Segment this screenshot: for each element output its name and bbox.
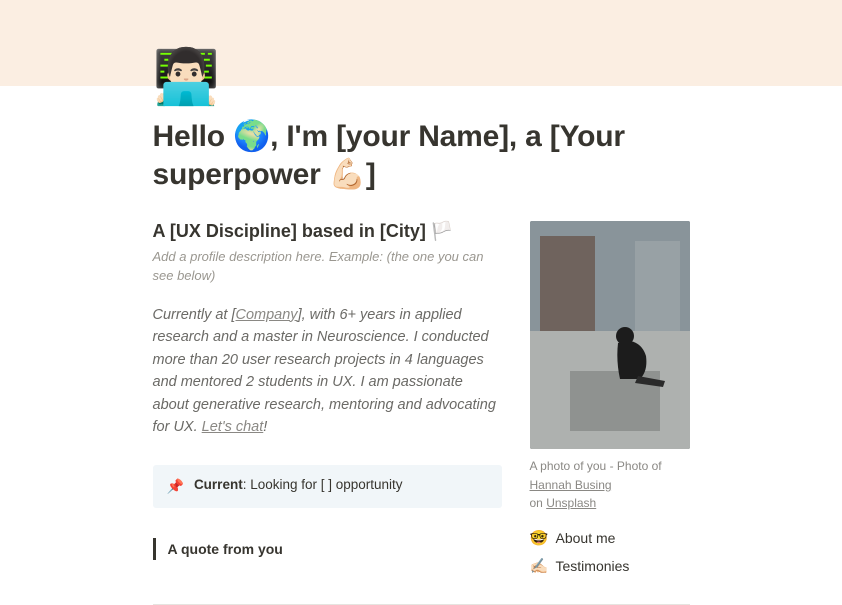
page-content: 👨🏻‍💻 Hello 🌍, I'm [your Name], a [Your s… <box>149 50 694 605</box>
bio-text-mid: ], with 6+ years in applied research and… <box>153 307 496 435</box>
current-callout[interactable]: 📌 Current: Looking for [ ] opportunity <box>153 465 502 509</box>
unsplash-link[interactable]: Unsplash <box>546 496 596 510</box>
testimonies-link[interactable]: ✍🏻 Testimonies <box>530 557 690 575</box>
side-links: 🤓 About me ✍🏻 Testimonies <box>530 529 690 575</box>
pushpin-icon: 📌 <box>167 477 184 497</box>
profile-photo[interactable] <box>530 221 690 449</box>
about-me-label: About me <box>556 530 616 546</box>
description-hint[interactable]: Add a profile description here. Example:… <box>153 248 502 286</box>
left-column: A [UX Discipline] based in [City] 🏳️ Add… <box>153 221 502 590</box>
caption-mid: on <box>530 496 547 510</box>
photo-caption: A photo of you - Photo of Hannah Busing … <box>530 457 690 513</box>
bio-text-pre: Currently at [ <box>153 307 236 323</box>
about-me-link[interactable]: 🤓 About me <box>530 529 690 547</box>
writing-hand-icon: ✍🏻 <box>530 557 548 575</box>
photo-placeholder-svg <box>530 221 690 449</box>
callout-bold: Current <box>194 477 243 492</box>
photo-credit-link[interactable]: Hannah Busing <box>530 478 612 492</box>
quote-block[interactable]: A quote from you <box>153 538 502 560</box>
subheading[interactable]: A [UX Discipline] based in [City] 🏳️ <box>153 221 502 242</box>
callout-rest: : Looking for [ ] opportunity <box>243 477 403 492</box>
page-icon[interactable]: 👨🏻‍💻 <box>153 50 690 104</box>
caption-pre: A photo of you - Photo of <box>530 459 662 473</box>
page-title[interactable]: Hello 🌍, I'm [your Name], a [Your superp… <box>153 118 690 193</box>
bio-text-post: ! <box>263 419 267 435</box>
bio-paragraph[interactable]: Currently at [Company], with 6+ years in… <box>153 304 502 439</box>
company-link[interactable]: Company <box>236 307 298 323</box>
right-column: A photo of you - Photo of Hannah Busing … <box>530 221 690 590</box>
testimonies-label: Testimonies <box>556 558 630 574</box>
lets-chat-link[interactable]: Let's chat <box>202 419 264 435</box>
callout-text: Current: Looking for [ ] opportunity <box>194 477 403 492</box>
two-column-layout: A [UX Discipline] based in [City] 🏳️ Add… <box>153 221 690 590</box>
nerd-face-icon: 🤓 <box>530 529 548 547</box>
